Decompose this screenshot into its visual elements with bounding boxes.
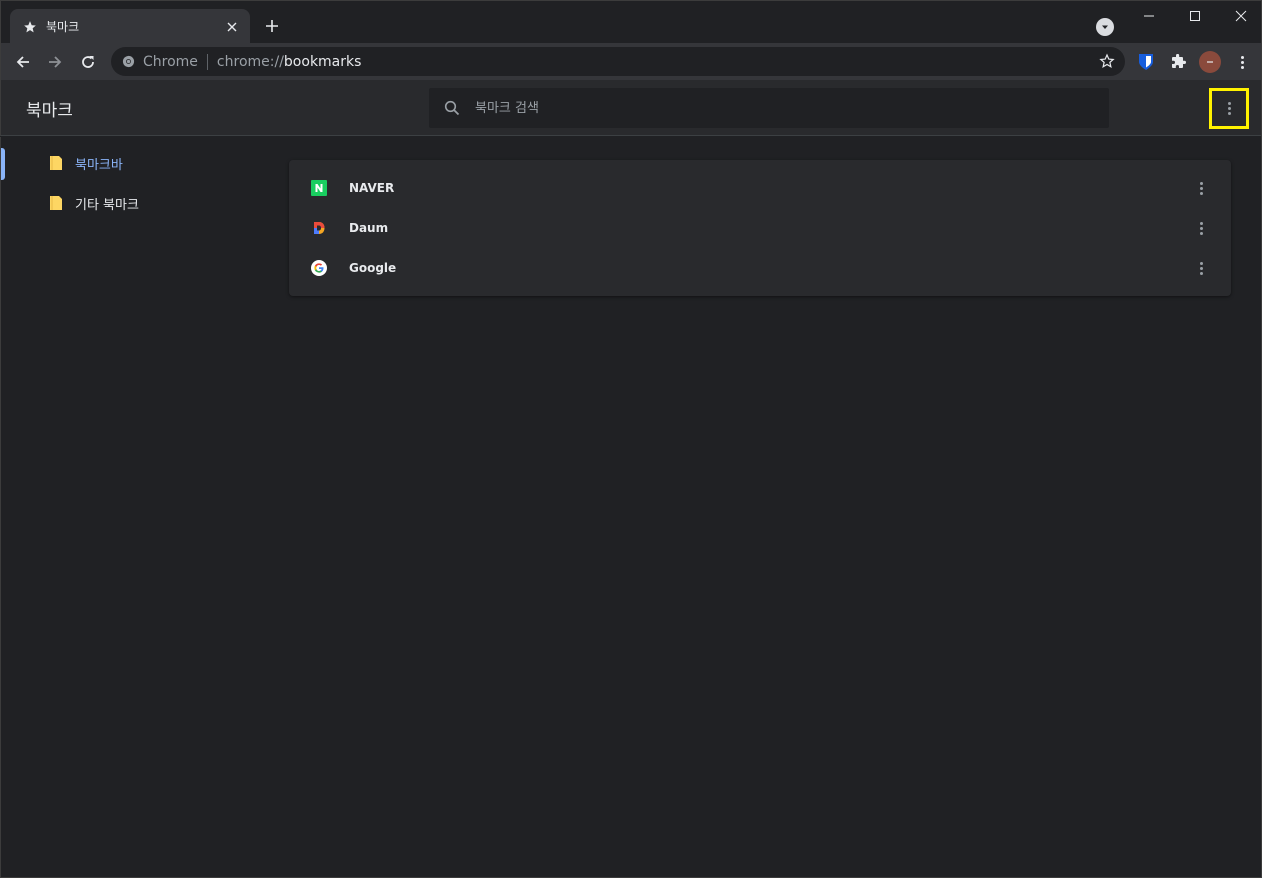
more-actions-icon[interactable] xyxy=(1191,178,1211,198)
more-actions-icon[interactable] xyxy=(1191,218,1211,238)
bitwarden-icon[interactable] xyxy=(1132,48,1160,76)
folder-icon xyxy=(47,194,65,212)
bookmark-item-google[interactable]: Google xyxy=(289,248,1231,288)
tab-strip: 북마크 xyxy=(0,0,1262,44)
daum-icon xyxy=(311,220,327,236)
chrome-icon xyxy=(121,55,135,69)
folder-label: 북마크바 xyxy=(75,157,123,173)
back-icon[interactable] xyxy=(9,48,37,76)
bookmark-item-daum[interactable]: Daum xyxy=(289,208,1231,248)
organize-menu-button[interactable] xyxy=(1209,88,1249,129)
bookmark-star-icon[interactable] xyxy=(1099,53,1115,69)
new-tab-button[interactable] xyxy=(261,15,283,37)
origin-chip-label: Chrome xyxy=(143,53,198,70)
forward-icon[interactable] xyxy=(41,48,69,76)
folder-bookmarks-bar[interactable]: 북마크바 xyxy=(1,143,261,183)
more-actions-icon[interactable] xyxy=(1191,258,1211,278)
extensions-icon[interactable] xyxy=(1164,48,1192,76)
address-bar[interactable]: Chrome chrome://bookmarks xyxy=(111,47,1125,76)
chrome-menu-icon[interactable] xyxy=(1228,48,1256,76)
reload-icon[interactable] xyxy=(74,48,102,76)
bookmarks-header: 북마크 xyxy=(0,80,1262,136)
folder-icon xyxy=(47,154,65,172)
minimize-button[interactable] xyxy=(1126,1,1172,31)
tab-bookmarks[interactable]: 북마크 xyxy=(10,9,250,44)
page-title: 북마크 xyxy=(26,101,73,121)
tab-search-icon[interactable] xyxy=(1096,18,1114,36)
naver-icon xyxy=(311,180,327,196)
bookmark-item-naver[interactable]: NAVER xyxy=(289,168,1231,208)
bookmark-search[interactable] xyxy=(429,88,1109,128)
search-input[interactable] xyxy=(475,100,1075,116)
url-host: bookmarks xyxy=(283,53,362,70)
search-icon xyxy=(443,99,461,117)
folder-other-bookmarks[interactable]: 기타 북마크 xyxy=(1,183,261,223)
profile-avatar[interactable] xyxy=(1196,48,1224,76)
address-divider xyxy=(206,53,208,70)
browser-toolbar: Chrome chrome://bookmarks xyxy=(0,43,1262,80)
bookmark-list: NAVER Daum Google xyxy=(289,160,1231,296)
close-tab-icon[interactable] xyxy=(224,19,240,35)
bookmark-title: Daum xyxy=(349,221,389,235)
bookmark-title: NAVER xyxy=(349,181,395,195)
google-icon xyxy=(311,260,327,276)
url-scheme: chrome:// xyxy=(216,53,284,70)
star-icon xyxy=(22,19,38,35)
tab-title: 북마크 xyxy=(46,20,80,34)
folder-label: 기타 북마크 xyxy=(75,197,139,213)
bookmark-title: Google xyxy=(349,261,397,275)
folder-sidebar: 북마크바 기타 북마크 xyxy=(0,137,260,878)
more-vert-icon xyxy=(1227,102,1231,115)
close-window-button[interactable] xyxy=(1218,1,1262,31)
maximize-button[interactable] xyxy=(1172,1,1218,31)
